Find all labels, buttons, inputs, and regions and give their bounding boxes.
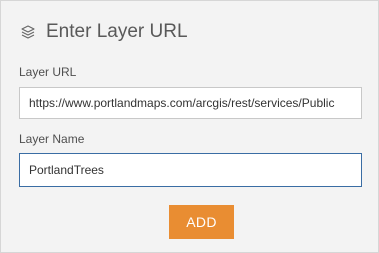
enter-layer-url-panel: Enter Layer URL Layer URL Layer Name ADD (0, 0, 379, 253)
page-title: Enter Layer URL (46, 21, 188, 42)
layers-icon (19, 23, 37, 41)
add-button[interactable]: ADD (169, 205, 234, 239)
layer-name-input[interactable] (19, 153, 362, 187)
layer-url-input[interactable] (19, 87, 362, 119)
layer-url-label: Layer URL (19, 65, 77, 79)
panel-header: Enter Layer URL (19, 19, 188, 45)
layer-name-label: Layer Name (19, 132, 85, 146)
